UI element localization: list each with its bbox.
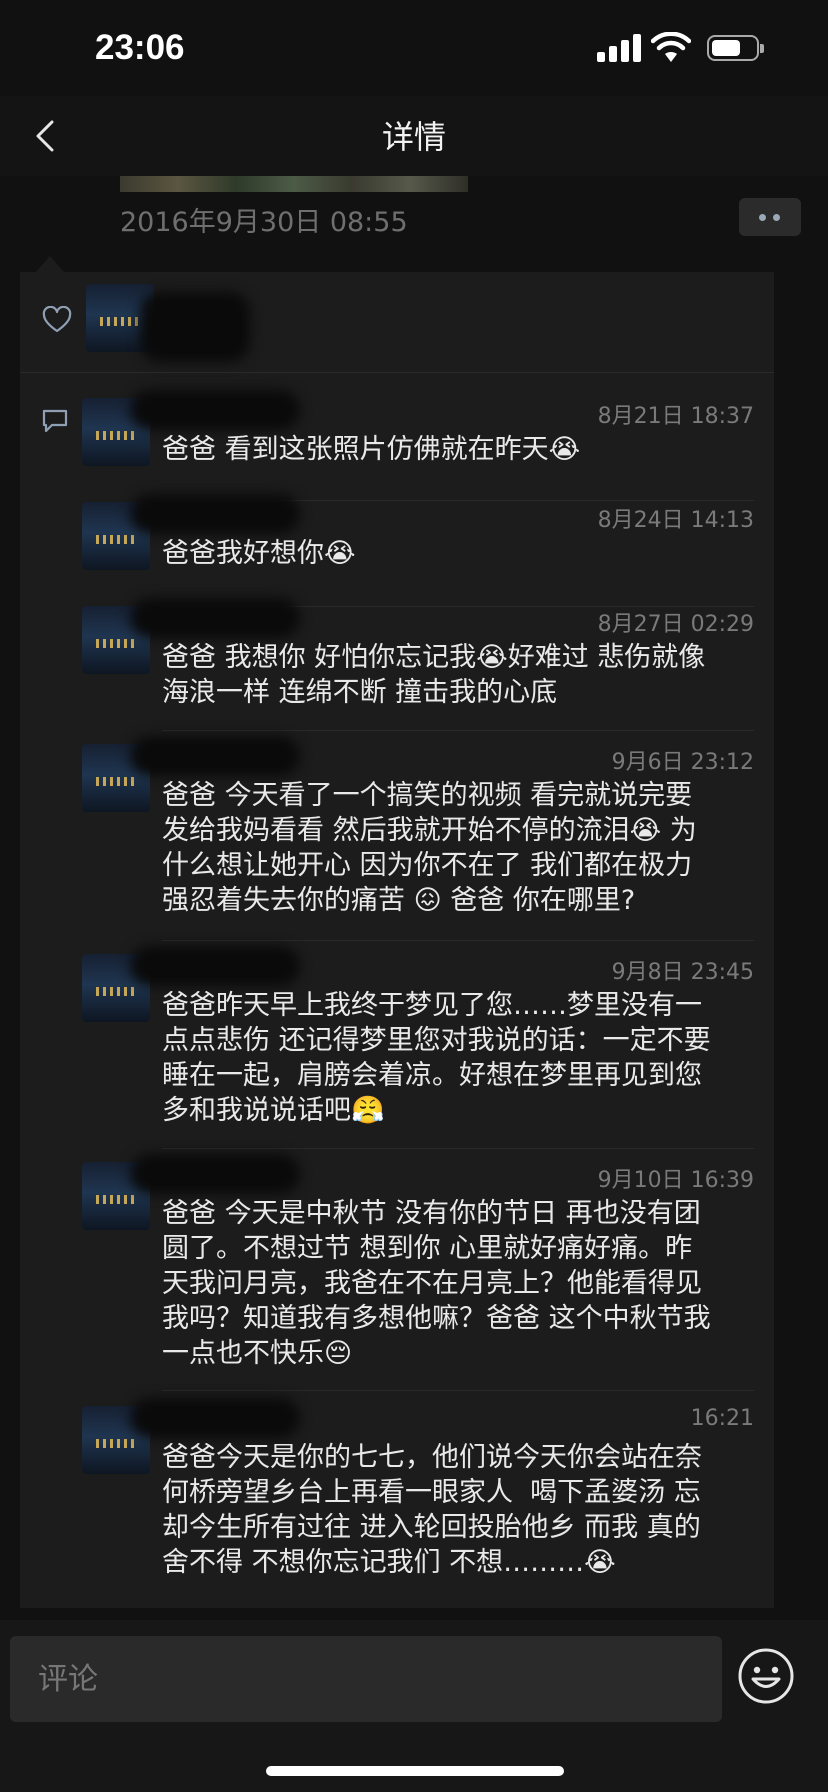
comment-time: 8月21日 18:37 [597,404,754,429]
comment-time: 9月8日 23:45 [611,960,754,985]
redacted-region [140,292,250,362]
more-dots-icon [759,214,766,221]
panel-notch [36,256,64,272]
post-timestamp: 2016年9月30日 08:55 [120,207,408,238]
comment-time: 8月27日 02:29 [597,612,754,637]
comment-text: 爸爸 看到这张照片仿佛就在昨天😭 [162,434,581,465]
comment-item[interactable]: 9月6日 23:12 爸爸 今天看了一个搞笑的视频 看完就说完要 发给我妈看看 … [20,736,774,941]
nav-bar: 详情 [0,96,828,176]
redacted-name [130,598,300,638]
comment-input[interactable] [10,1636,722,1722]
comment-text: 爸爸 今天看了一个搞笑的视频 看完就说完要 发给我妈看看 然后我就开始不停的流泪… [162,780,697,916]
comment-item[interactable]: 9月10日 16:39 爸爸 今天是中秋节 没有你的节日 再也没有团 圆了。不想… [20,1154,774,1391]
smiley-icon[interactable] [736,1646,796,1706]
page-title: 详情 [381,118,446,156]
divider [162,1390,754,1391]
comment-item[interactable]: 8月24日 14:13 爸爸我好想你😭 [20,494,774,607]
redacted-name [130,494,300,534]
comment-time: 9月10日 16:39 [597,1168,754,1193]
redacted-name [130,1154,300,1194]
comment-time: 16:21 [690,1406,754,1431]
comment-time: 8月24日 14:13 [597,508,754,533]
redacted-name [130,736,300,776]
comment-text: 爸爸今天是你的七七，他们说今天你会站在奈 何桥旁望乡台上再看一眼家人 喝下孟婆汤… [162,1442,702,1578]
comment-text: 爸爸昨天早上我终于梦见了您……梦里没有一 点点悲伤 还记得梦里您对我说的话：一定… [162,990,711,1126]
redacted-name [130,1398,300,1438]
likes-comments-panel: 8月21日 18:37 爸爸 看到这张照片仿佛就在昨天😭 8月24日 14:13… [20,272,774,1608]
more-button[interactable] [739,198,801,236]
heart-icon [42,306,72,333]
status-bar: 23:06 [0,0,828,96]
comment-text: 爸爸 我想你 好怕你忘记我😭好难过 悲伤就像 海浪一样 连绵不断 撞击我的心底 [162,642,706,708]
comment-item[interactable]: 9月8日 23:45 爸爸昨天早上我终于梦见了您……梦里没有一 点点悲伤 还记得… [20,946,774,1149]
comment-item[interactable]: 8月27日 02:29 爸爸 我想你 好怕你忘记我😭好难过 悲伤就像 海浪一样 … [20,598,774,731]
divider [162,730,754,731]
divider [162,1148,754,1149]
redacted-name [130,390,300,430]
likes-row [20,272,774,373]
wifi-icon [651,32,691,62]
divider [162,940,754,941]
signal-icon [597,34,641,62]
comment-item[interactable]: 16:21 爸爸今天是你的七七，他们说今天你会站在奈 何桥旁望乡台上再看一眼家人… [20,1398,774,1586]
post-photo[interactable] [120,176,468,192]
battery-icon [707,35,764,61]
comment-time: 9月6日 23:12 [611,750,754,775]
home-indicator [266,1766,564,1776]
comment-text: 爸爸我好想你😭 [162,538,356,569]
redacted-name [130,946,300,986]
comment-text: 爸爸 今天是中秋节 没有你的节日 再也没有团 圆了。不想过节 想到你 心里就好痛… [162,1198,711,1369]
status-time: 23:06 [95,28,185,67]
comment-item[interactable]: 8月21日 18:37 爸爸 看到这张照片仿佛就在昨天😭 [20,390,774,501]
